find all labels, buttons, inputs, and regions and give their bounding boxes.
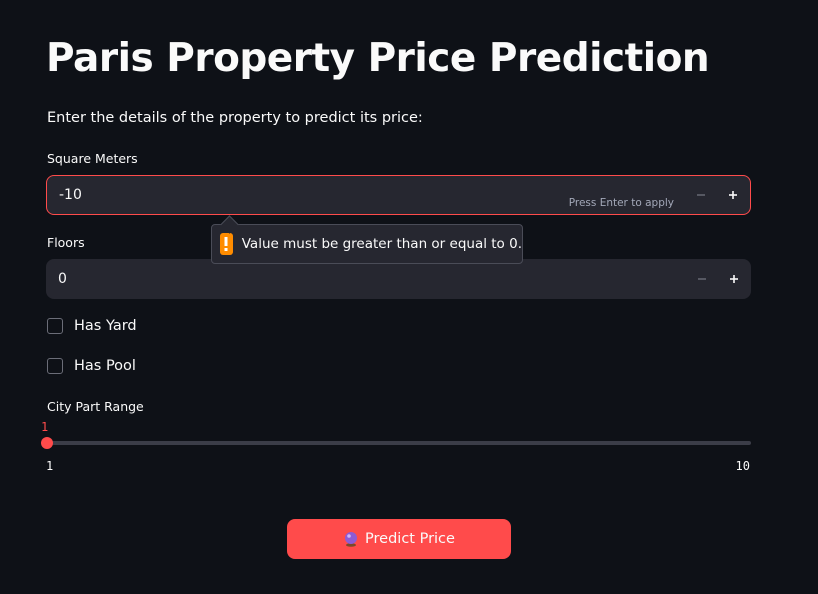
has-pool-checkbox[interactable]: Has Pool xyxy=(47,358,136,374)
square-meters-increment-button[interactable] xyxy=(718,180,748,210)
exclamation-icon xyxy=(220,233,233,255)
square-meters-decrement-button[interactable] xyxy=(686,180,716,210)
floors-decrement-button[interactable] xyxy=(687,264,717,294)
floors-value[interactable]: 0 xyxy=(58,271,67,287)
plus-icon xyxy=(729,191,737,199)
slider-current-value: 1 xyxy=(41,420,49,434)
city-part-range-slider[interactable] xyxy=(41,437,751,449)
predict-price-button[interactable]: Predict Price xyxy=(287,519,511,559)
page-subtitle: Enter the details of the property to pre… xyxy=(47,110,423,126)
floors-input[interactable]: 0 xyxy=(46,259,751,299)
slider-thumb[interactable] xyxy=(41,437,53,449)
slider-min-label: 1 xyxy=(46,459,54,473)
predict-price-label[interactable]: Predict Price xyxy=(365,531,455,547)
press-enter-hint: Press Enter to apply xyxy=(568,197,674,209)
floors-label: Floors xyxy=(47,235,85,250)
app-main: Paris Property Price Prediction Enter th… xyxy=(0,0,818,594)
square-meters-input[interactable]: -10 Press Enter to apply xyxy=(46,175,751,215)
minus-icon xyxy=(698,278,706,280)
square-meters-value[interactable]: -10 xyxy=(59,187,82,203)
has-yard-checkbox-box[interactable] xyxy=(47,318,63,334)
has-pool-checkbox-box[interactable] xyxy=(47,358,63,374)
validation-tooltip: Value must be greater than or equal to 0… xyxy=(211,215,523,264)
has-yard-label[interactable]: Has Yard xyxy=(74,318,137,334)
plus-icon xyxy=(730,275,738,283)
city-part-range-label: City Part Range xyxy=(47,399,144,414)
validation-message: Value must be greater than or equal to 0… xyxy=(241,236,522,252)
square-meters-label: Square Meters xyxy=(47,151,138,166)
slider-max-label: 10 xyxy=(735,459,750,473)
tooltip-arrow xyxy=(220,215,239,234)
floors-increment-button[interactable] xyxy=(719,264,749,294)
crystal-ball-icon xyxy=(345,532,358,547)
minus-icon xyxy=(697,194,705,196)
page-title: Paris Property Price Prediction xyxy=(46,36,710,81)
has-yard-checkbox[interactable]: Has Yard xyxy=(47,318,137,334)
has-pool-label[interactable]: Has Pool xyxy=(74,358,136,374)
